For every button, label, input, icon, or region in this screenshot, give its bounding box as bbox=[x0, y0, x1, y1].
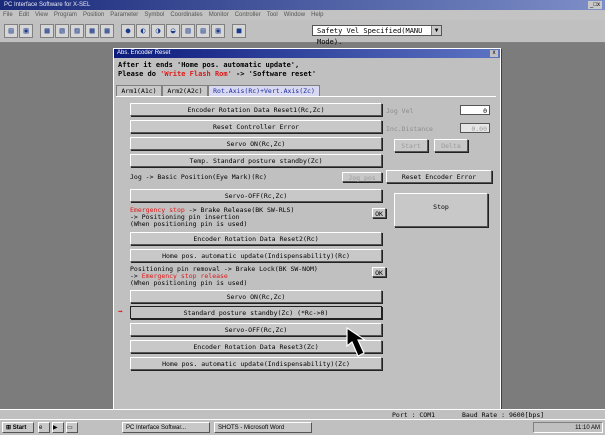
mouse-cursor-icon bbox=[346, 326, 367, 357]
pin-used-note-2: (When positioning pin is used) bbox=[130, 279, 248, 287]
window-icon[interactable]: ▤ bbox=[196, 24, 210, 38]
pin-used-note-1: (When positioning pin is used) bbox=[130, 220, 248, 228]
safety-mode-value: Safety Vel Specified(MANU Mode). bbox=[317, 27, 423, 46]
servo-off-button-1[interactable]: Servo-OFF(Rc,Zc) bbox=[130, 189, 382, 202]
menu-item-window[interactable]: Window bbox=[284, 12, 305, 18]
monitor-icon[interactable]: ◑ bbox=[151, 24, 165, 38]
clock: 11:10 AM bbox=[575, 425, 600, 431]
app-title-bar: PC Interface Software for X-SEL _□x bbox=[0, 0, 605, 10]
reset-controller-error-button[interactable]: Reset Controller Error bbox=[130, 120, 382, 133]
dialog-title: Abs. Encoder Reset bbox=[117, 50, 171, 56]
menu-item-coordinates[interactable]: Coordinates bbox=[170, 12, 202, 18]
menu-item-program[interactable]: Program bbox=[54, 12, 77, 18]
delta-button[interactable]: Delta bbox=[434, 139, 468, 152]
close-icon[interactable]: x bbox=[490, 50, 498, 57]
servo-on-button-2[interactable]: Servo ON(Rc,Zc) bbox=[130, 290, 382, 303]
inc-distance-field[interactable]: 0.00 bbox=[460, 123, 490, 133]
instruction-text: Please do bbox=[118, 70, 161, 78]
encoder-rotation-reset2-button[interactable]: Encoder Rotation Data Reset2(Rc) bbox=[130, 232, 382, 245]
tab-rot-vert-axis[interactable]: Rot.Axis(Rc)+Vert.Axis(Zc) bbox=[208, 85, 320, 96]
app-title: PC Interface Software for X-SEL bbox=[4, 2, 91, 8]
position-icon[interactable]: ▧ bbox=[55, 24, 69, 38]
tab-arm1[interactable]: Arm1(A1c) bbox=[116, 85, 162, 96]
menu-item-tool[interactable]: Tool bbox=[267, 12, 278, 18]
grid-icon[interactable]: ▦ bbox=[100, 24, 114, 38]
program-icon[interactable]: ▦ bbox=[40, 24, 54, 38]
standard-posture-button[interactable]: Standard posture standby(Zc) (*Rc->0) bbox=[130, 306, 382, 319]
jog-vel-field[interactable]: 0 bbox=[460, 105, 490, 115]
menu-item-file[interactable]: File bbox=[3, 12, 13, 18]
start-button[interactable]: Start bbox=[394, 139, 428, 152]
jog-pos-button[interactable]: Jog pos bbox=[342, 172, 382, 182]
taskbar: ⊞ Start e ▶ ▭ PC Interface Softwar... SH… bbox=[0, 419, 605, 435]
abs-encoder-reset-dialog: Abs. Encoder Reset x After it ends 'Home… bbox=[113, 48, 501, 410]
io-icon[interactable]: ◒ bbox=[166, 24, 180, 38]
instruction-highlight: 'Write Flash Rom' bbox=[160, 70, 232, 78]
desktop-icon[interactable]: ▭ bbox=[66, 422, 78, 433]
toolbar: ▤ ▣ ▦ ▧ ▨ ▩ ▦ ● ◐ ◑ ◒ ▥ ▤ ▣ ■ bbox=[0, 20, 605, 43]
temp-standard-posture-button[interactable]: Temp. Standard posture standby(Zc) bbox=[130, 154, 382, 167]
task-word[interactable]: SHOTS - Microsoft Word bbox=[214, 422, 312, 433]
media-icon[interactable]: ▶ bbox=[52, 422, 64, 433]
menu-item-position[interactable]: Position bbox=[83, 12, 104, 18]
inc-distance-label: Inc.Distance bbox=[386, 125, 433, 133]
jog-basic-position-label: Jog -> Basic Position(Eye Mark)(Rc) bbox=[130, 173, 267, 181]
instruction-line-1: After it ends 'Home pos. automatic updat… bbox=[118, 61, 300, 69]
system-tray: 11:10 AM bbox=[533, 422, 603, 433]
instruction-line-2: Please do 'Write Flash Rom' -> 'Software… bbox=[118, 70, 316, 78]
save-icon[interactable]: ▣ bbox=[19, 24, 33, 38]
reset-encoder-error-button[interactable]: Reset Encoder Error bbox=[386, 170, 492, 183]
window-controls[interactable]: _□x bbox=[588, 1, 602, 9]
jog-vel-label: Jog Vel bbox=[386, 107, 414, 115]
encoder-rotation-reset1-button[interactable]: Encoder Rotation Data Reset1(Rc,Zc) bbox=[130, 103, 382, 116]
instruction-text: -> 'Software reset' bbox=[231, 70, 317, 78]
brake-release-ok-button[interactable]: OK bbox=[372, 208, 386, 218]
brake-lock-ok-button[interactable]: OK bbox=[372, 267, 386, 277]
menu-item-parameter[interactable]: Parameter bbox=[110, 12, 138, 18]
menu-item-symbol[interactable]: Symbol bbox=[144, 12, 164, 18]
stop-icon[interactable]: ■ bbox=[232, 24, 246, 38]
tab-panel: Encoder Rotation Data Reset1(Rc,Zc) Rese… bbox=[116, 96, 496, 407]
step-icon[interactable]: ◐ bbox=[136, 24, 150, 38]
open-icon[interactable]: ▤ bbox=[4, 24, 18, 38]
servo-on-button-1[interactable]: Servo ON(Rc,Zc) bbox=[130, 137, 382, 150]
ie-icon[interactable]: e bbox=[38, 422, 50, 433]
menu-item-help[interactable]: Help bbox=[311, 12, 323, 18]
status-icon[interactable]: ▥ bbox=[181, 24, 195, 38]
menu-item-view[interactable]: View bbox=[35, 12, 48, 18]
stop-button[interactable]: Stop bbox=[394, 193, 488, 227]
task-pc-interface[interactable]: PC Interface Softwar... bbox=[122, 422, 210, 433]
start-label: Start bbox=[12, 425, 27, 431]
parameter-icon[interactable]: ▨ bbox=[70, 24, 84, 38]
menu-item-edit[interactable]: Edit bbox=[19, 12, 29, 18]
symbol-icon[interactable]: ▩ bbox=[85, 24, 99, 38]
start-button[interactable]: ⊞ Start bbox=[2, 422, 34, 433]
menu-item-monitor[interactable]: Monitor bbox=[209, 12, 229, 18]
menu-bar: File Edit View Program Position Parameter Symb… bbox=[0, 10, 605, 20]
current-step-arrow-icon: ➡ bbox=[118, 307, 123, 316]
menu-item-controller[interactable]: Controller bbox=[235, 12, 261, 18]
chevron-down-icon[interactable]: ▼ bbox=[431, 26, 441, 35]
home-pos-update-rc-button[interactable]: Home pos. automatic update(Indispensabil… bbox=[130, 249, 382, 262]
tab-arm2[interactable]: Arm2(A2c) bbox=[162, 85, 208, 96]
safety-mode-select[interactable]: Safety Vel Specified(MANU Mode). ▼ bbox=[312, 25, 442, 46]
dialog-title-bar: Abs. Encoder Reset x bbox=[114, 49, 500, 58]
run-icon[interactable]: ● bbox=[121, 24, 135, 38]
tile-icon[interactable]: ▣ bbox=[211, 24, 225, 38]
